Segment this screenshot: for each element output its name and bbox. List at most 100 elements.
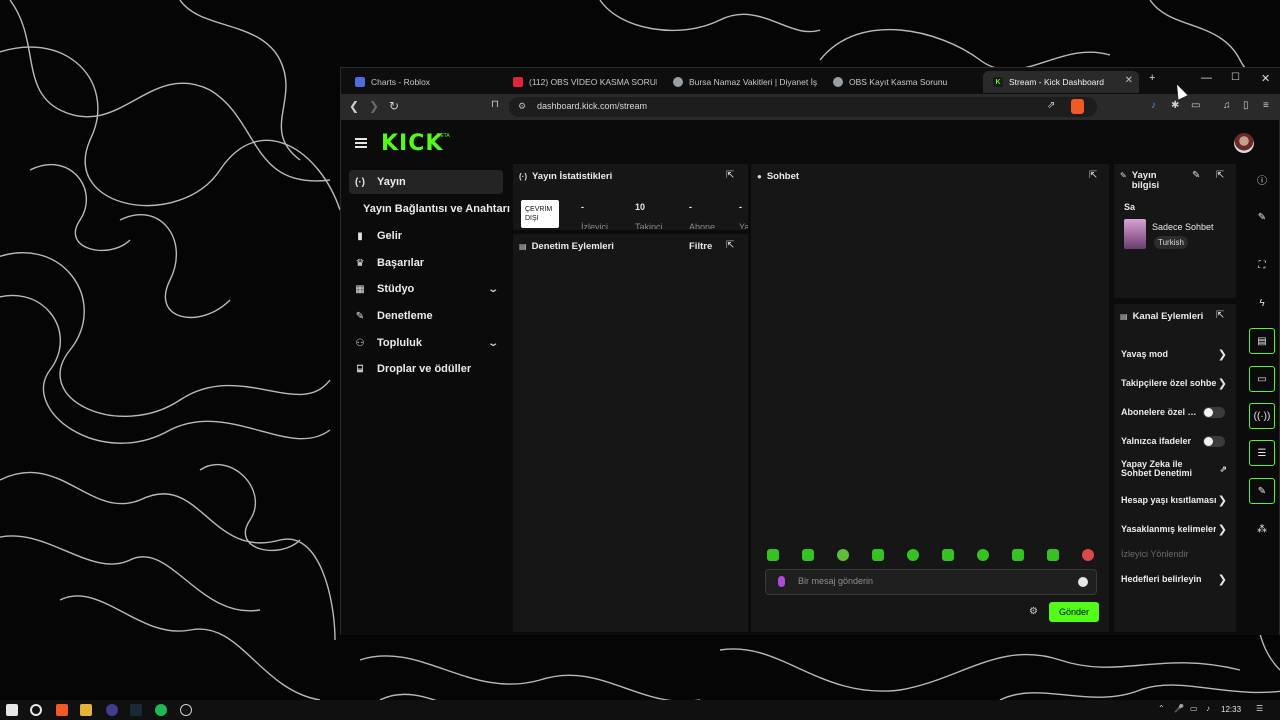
chat-settings-icon[interactable]: ⚙ <box>1029 606 1038 617</box>
notifications-icon[interactable]: ☰ <box>1256 704 1263 713</box>
windows-start-icon[interactable] <box>6 704 18 716</box>
chat-bubble-icon[interactable]: ▭ <box>1249 366 1275 392</box>
back-icon[interactable]: ❮ <box>349 99 359 113</box>
broadcast-icon[interactable]: ((·)) <box>1249 403 1275 429</box>
ai-moderation-row[interactable]: Yapay Zeka ile Sohbet Denetimi ⇗ <box>1121 456 1233 482</box>
wallet-icon[interactable]: ▭ <box>1191 100 1200 111</box>
followers-only-row[interactable]: Takipçilere özel sohbet ❯ <box>1121 373 1233 393</box>
emote-icon[interactable] <box>767 549 779 561</box>
sidebar-item-basarilar[interactable]: ♛ Başarılar <box>349 251 503 275</box>
microphone-tray-icon[interactable]: 🎤 <box>1174 704 1184 713</box>
category-name[interactable]: Sadece Sohbet <box>1152 222 1214 232</box>
chat-message-input[interactable] <box>765 569 1097 595</box>
menu-icon[interactable]: ≡ <box>1263 100 1269 111</box>
emote-icon[interactable] <box>1012 549 1024 561</box>
tab-obs-kayit[interactable]: OBS Kayıt Kasma Sorunu <box>823 71 977 93</box>
popout-icon[interactable]: ⇱ <box>1216 310 1224 321</box>
banned-words-row[interactable]: Yasaklanmış kelimeler ❯ <box>1121 519 1233 539</box>
channel-actions-title: ▤ Kanal Eylemleri <box>1120 311 1204 322</box>
emote-icon[interactable] <box>802 549 814 561</box>
forward-icon[interactable]: ❯ <box>369 99 379 113</box>
filter-button[interactable]: Filtre <box>689 241 712 252</box>
emote-icon[interactable] <box>942 549 954 561</box>
new-tab-icon[interactable]: + <box>1149 72 1155 84</box>
lightning-icon[interactable]: ϟ <box>1249 290 1275 316</box>
edit-icon[interactable]: ✎ <box>1192 170 1200 181</box>
popout-icon[interactable]: ⇱ <box>726 240 734 251</box>
emote-icon[interactable] <box>907 549 919 561</box>
chrome-icon[interactable] <box>180 704 192 716</box>
bookmark-icon[interactable]: ⊓ <box>491 99 499 110</box>
wrench-icon: ✎ <box>355 310 365 322</box>
set-goals-row[interactable]: Hedefleri belirleyin ❯ <box>1121 569 1233 589</box>
user-avatar[interactable] <box>1234 133 1254 153</box>
send-button[interactable]: Gönder <box>1049 602 1099 622</box>
brave-shield-icon[interactable] <box>1071 99 1084 114</box>
edit-icon[interactable]: ✎ <box>1249 204 1275 230</box>
list-icon[interactable]: ☰ <box>1249 440 1275 466</box>
sidebar-item-droplar[interactable]: ⌸ Droplar ve ödüller <box>349 357 503 381</box>
tab-kick-dashboard[interactable]: K Stream - Kick Dashboard ✕ <box>983 71 1139 93</box>
sidebar-item-topluluk[interactable]: ⚇ Topluluk ⌄ <box>349 331 503 355</box>
reload-icon[interactable]: ↻ <box>389 99 399 113</box>
hamburger-menu-icon[interactable] <box>355 138 367 148</box>
tab-obs-video[interactable]: (112) OBS VİDEO KASMA SORUNU <box>503 71 657 93</box>
sidebar-item-studyo[interactable]: ▦ Stüdyo ⌄ <box>349 277 503 301</box>
site-settings-icon[interactable]: ⚙ <box>518 101 526 112</box>
emotes-only-toggle[interactable] <box>1203 435 1225 447</box>
brave-browser-icon[interactable] <box>56 704 68 716</box>
tab-charts-roblox[interactable]: Charts - Roblox <box>345 71 499 93</box>
sidebar-item-yayin[interactable]: (·) Yayın <box>349 170 503 194</box>
emote-icon[interactable] <box>837 549 849 561</box>
emote-icon[interactable] <box>1047 549 1059 561</box>
emote-icon[interactable] <box>872 549 884 561</box>
category-thumbnail[interactable] <box>1124 219 1146 249</box>
sidebar-toggle-icon[interactable]: ▯ <box>1243 100 1249 111</box>
popout-icon[interactable]: ⇱ <box>1089 170 1097 181</box>
wrench-icon[interactable]: ✎ <box>1249 478 1275 504</box>
document-icon[interactable]: ▤ <box>1249 328 1275 354</box>
extra-stat-label: Ya <box>739 222 748 229</box>
sidebar-item-gelir[interactable]: ▮ Gelir <box>349 224 503 248</box>
info-icon[interactable]: ⓘ <box>1249 166 1275 192</box>
chevron-down-icon[interactable]: ⌄ <box>487 338 499 349</box>
subscribers-only-toggle[interactable] <box>1203 406 1225 418</box>
focus-icon[interactable]: ⛶ <box>1249 252 1275 278</box>
chat-input-field[interactable] <box>798 576 1068 586</box>
popout-icon[interactable]: ⇱ <box>726 170 734 181</box>
kick-logo[interactable]: KICK <box>381 131 443 156</box>
tab-bursa-namaz[interactable]: Bursa Namaz Vakitleri | Diyanet İşle <box>663 71 817 93</box>
spotify-icon[interactable] <box>155 704 167 716</box>
chevron-down-icon[interactable]: ⌄ <box>487 284 499 295</box>
microphone-icon[interactable] <box>778 576 785 587</box>
tray-chevron-icon[interactable]: ⌃ <box>1158 704 1165 713</box>
sidebar-item-denetleme[interactable]: ✎ Denetleme <box>349 304 503 328</box>
account-age-row[interactable]: Hesap yaşı kısıtlaması ❯ <box>1121 490 1233 510</box>
sidebar-item-stream-key[interactable]: Yayın Bağlantısı ve Anahtarı <box>363 197 517 221</box>
roblox-favicon-icon <box>355 77 365 87</box>
steam-icon[interactable] <box>130 704 142 716</box>
popout-icon[interactable]: ⇱ <box>1216 170 1224 181</box>
emote-icon[interactable] <box>1082 549 1094 561</box>
system-clock[interactable]: 12:33 <box>1221 705 1241 714</box>
extensions-icon[interactable]: ✱ <box>1171 100 1179 111</box>
obs-icon[interactable] <box>106 704 118 716</box>
right-toolbar: ⓘ ✎ ⛶ ϟ ▤ ▭ ((·)) ☰ ✎ ⁂ <box>1239 164 1279 632</box>
url-field[interactable]: ⚙ dashboard.kick.com/stream ⇗ <box>509 97 1097 117</box>
minimize-icon[interactable]: — <box>1201 72 1212 84</box>
media-icon[interactable]: ♫ <box>1223 100 1231 111</box>
emoji-icon[interactable] <box>1078 577 1088 587</box>
close-window-icon[interactable]: ✕ <box>1261 72 1270 85</box>
slow-mode-row[interactable]: Yavaş mod ❯ <box>1121 344 1233 364</box>
audio-icon[interactable]: ♪ <box>1151 100 1156 111</box>
search-icon[interactable] <box>30 704 42 716</box>
volume-icon[interactable]: ♪ <box>1206 704 1210 713</box>
maximize-icon[interactable]: ☐ <box>1231 72 1240 83</box>
share-icon[interactable]: ⇗ <box>1047 100 1055 111</box>
emote-icon[interactable] <box>977 549 989 561</box>
close-tab-icon[interactable]: ✕ <box>1125 75 1133 86</box>
network-icon[interactable]: ▭ <box>1190 704 1198 713</box>
file-explorer-icon[interactable] <box>80 704 92 716</box>
stream-stats-title: (·) Yayın İstatistikleri <box>519 171 613 182</box>
share-nodes-icon[interactable]: ⁂ <box>1249 516 1275 542</box>
